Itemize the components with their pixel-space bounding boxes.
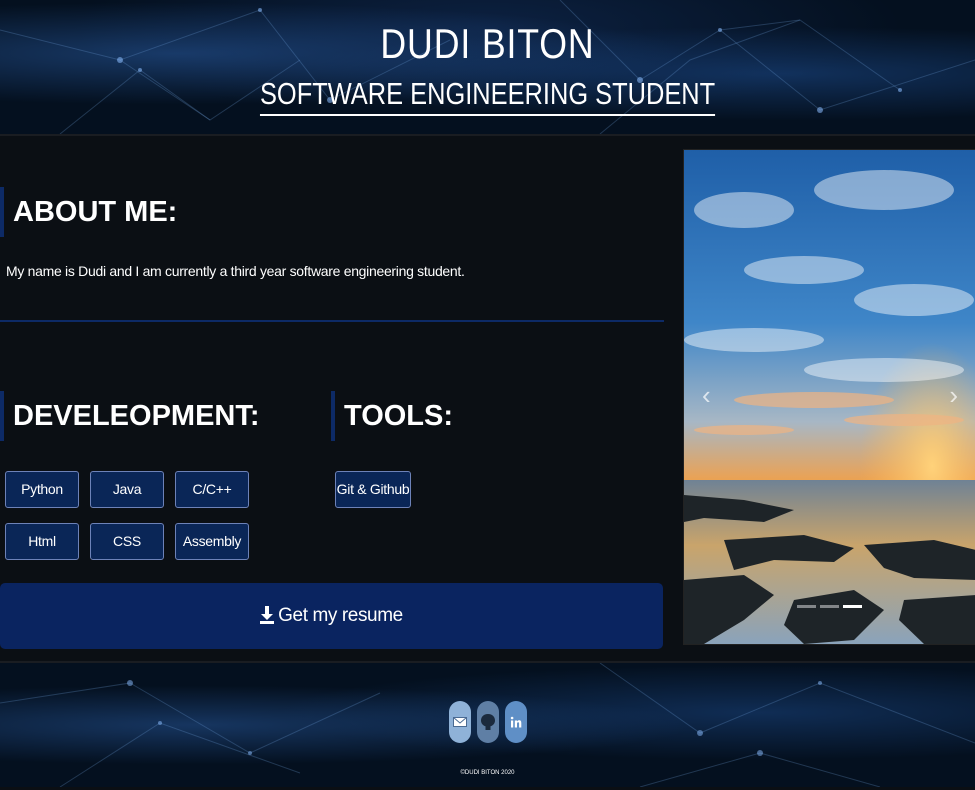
carousel-prev-arrow[interactable]: ‹ — [702, 380, 711, 411]
header-name: DUDI BITON — [380, 20, 595, 67]
carousel-indicator-1[interactable] — [797, 605, 816, 608]
download-icon — [260, 606, 275, 624]
skill-chip-html[interactable]: Html — [5, 523, 79, 560]
skill-chip-assembly[interactable]: Assembly — [175, 523, 249, 560]
linkedin-icon — [510, 716, 522, 728]
main-content: ABOUT ME: My name is Dudi and I am curre… — [0, 136, 665, 661]
copyright-text: ©DUDI BITON 2020 — [460, 770, 515, 776]
carousel-indicator-2[interactable] — [820, 605, 839, 608]
carousel-next-arrow[interactable]: › — [949, 380, 958, 411]
skill-chip-cpp[interactable]: C/C++ — [175, 471, 249, 508]
header-subtitle-wrap: SOFTWARE ENGINEERING STUDENT — [0, 76, 975, 116]
development-heading: DEVELEOPMENT: — [0, 391, 260, 441]
section-divider — [0, 320, 664, 322]
email-link[interactable] — [449, 701, 471, 743]
github-link[interactable] — [477, 701, 499, 743]
email-icon — [453, 717, 467, 727]
carousel-indicators — [797, 605, 862, 608]
resume-button[interactable]: Get my resume — [0, 583, 663, 649]
skill-chip-java[interactable]: Java — [90, 471, 164, 508]
linkedin-link[interactable] — [505, 701, 527, 743]
skill-chip-css[interactable]: CSS — [90, 523, 164, 560]
about-heading: ABOUT ME: — [0, 187, 177, 237]
tools-heading: TOOLS: — [331, 391, 453, 441]
about-text: My name is Dudi and I am currently a thi… — [6, 263, 465, 279]
carousel-image — [684, 150, 975, 644]
resume-button-label: Get my resume — [278, 605, 403, 626]
page-footer: ©DUDI BITON 2020 — [0, 661, 975, 787]
page-header: DUDI BITON SOFTWARE ENGINEERING STUDENT — [0, 0, 975, 136]
image-carousel[interactable]: ‹ › — [683, 149, 975, 645]
tool-chip-git[interactable]: Git & Github — [335, 471, 411, 508]
skill-chip-python[interactable]: Python — [5, 471, 79, 508]
github-icon — [481, 714, 495, 730]
carousel-indicator-3[interactable] — [843, 605, 862, 608]
header-subtitle: SOFTWARE ENGINEERING STUDENT — [259, 76, 716, 116]
